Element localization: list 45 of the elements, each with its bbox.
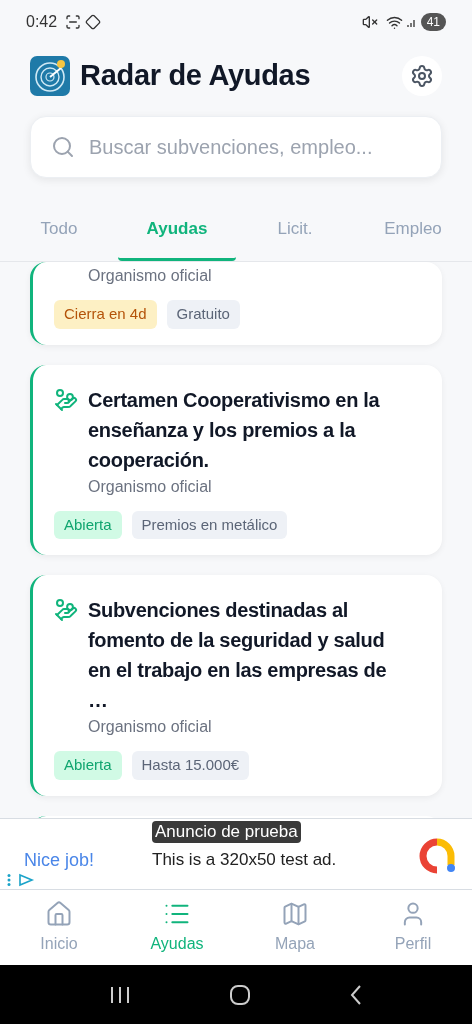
- search-bar[interactable]: Buscar subvenciones, empleo...: [30, 116, 442, 178]
- screenshot-icon: [65, 14, 82, 30]
- tab[interactable]: Licit.: [236, 200, 354, 261]
- search-icon: [51, 135, 75, 159]
- tag: Abierta: [54, 751, 122, 780]
- aid-card[interactable]: Certamen Cooperativismo en la enseñanza y los premios a la cooperación. Organismo oficial Abierta Premios en metálico: [30, 364, 442, 555]
- ad-text: This is a 320x50 test ad.: [152, 849, 337, 872]
- aid-card[interactable]: Organismo oficial Cierra en 4d Gratuito: [30, 262, 442, 345]
- battery-indicator: 41: [420, 13, 446, 31]
- nav-item[interactable]: Mapa: [236, 890, 354, 965]
- home-icon: [45, 899, 73, 928]
- aid-card[interactable]: Subvenciones destinadas al fomento de la seguridad y salud en el trabajo en las empresas de … Organismo oficial Abierta Hasta 15.000€: [30, 575, 442, 796]
- back-icon[interactable]: [349, 983, 363, 1006]
- tab[interactable]: Empleo: [354, 200, 472, 261]
- card-title: Certamen Cooperativismo en la enseñanza y los premios a la cooperación.: [88, 387, 381, 473]
- nav-item[interactable]: Inicio: [0, 890, 118, 965]
- mute-icon: [361, 14, 378, 30]
- ad-label: Anuncio de prueba: [152, 821, 301, 843]
- diamond-icon: [85, 14, 102, 30]
- card-subtitle: Organismo oficial: [88, 267, 212, 284]
- ad-logo: [418, 837, 456, 875]
- ad-choices-icon: [6, 873, 36, 887]
- app-title: Radar de Ayudas: [80, 58, 311, 94]
- gear-icon: [410, 64, 434, 88]
- ad-banner[interactable]: Anuncio de prueba Nice job! This is a 320x50 test ad.: [0, 818, 472, 890]
- tag: Cierra en 4d: [54, 300, 157, 329]
- radar-logo: [30, 56, 70, 96]
- nav-item[interactable]: Perfil: [354, 890, 472, 965]
- tag: Premios en metálico: [131, 510, 288, 539]
- ad-headline: Nice job!: [24, 848, 95, 872]
- tab[interactable]: Todo: [0, 200, 118, 261]
- nav-item[interactable]: Ayudas: [118, 890, 236, 965]
- card-subtitle: Organismo oficial: [88, 718, 212, 735]
- card-title: Subvenciones destinadas al fomento de la seguridad y salud en el trabajo en las empresas de …: [88, 598, 388, 713]
- home-icon[interactable]: [229, 983, 251, 1006]
- hand-coins-icon: [54, 387, 78, 412]
- card-subtitle: Organismo oficial: [88, 477, 212, 495]
- hand-coins-icon: [54, 598, 78, 622]
- recents-icon[interactable]: [109, 984, 131, 1005]
- settings-button[interactable]: [402, 56, 442, 96]
- status-time: 0:42: [26, 12, 58, 32]
- search-field[interactable]: Buscar subvenciones, empleo...: [89, 132, 421, 162]
- tag: Abierta: [54, 510, 122, 539]
- tag: Gratuito: [166, 300, 240, 329]
- tag: Hasta 15.000€: [131, 751, 250, 780]
